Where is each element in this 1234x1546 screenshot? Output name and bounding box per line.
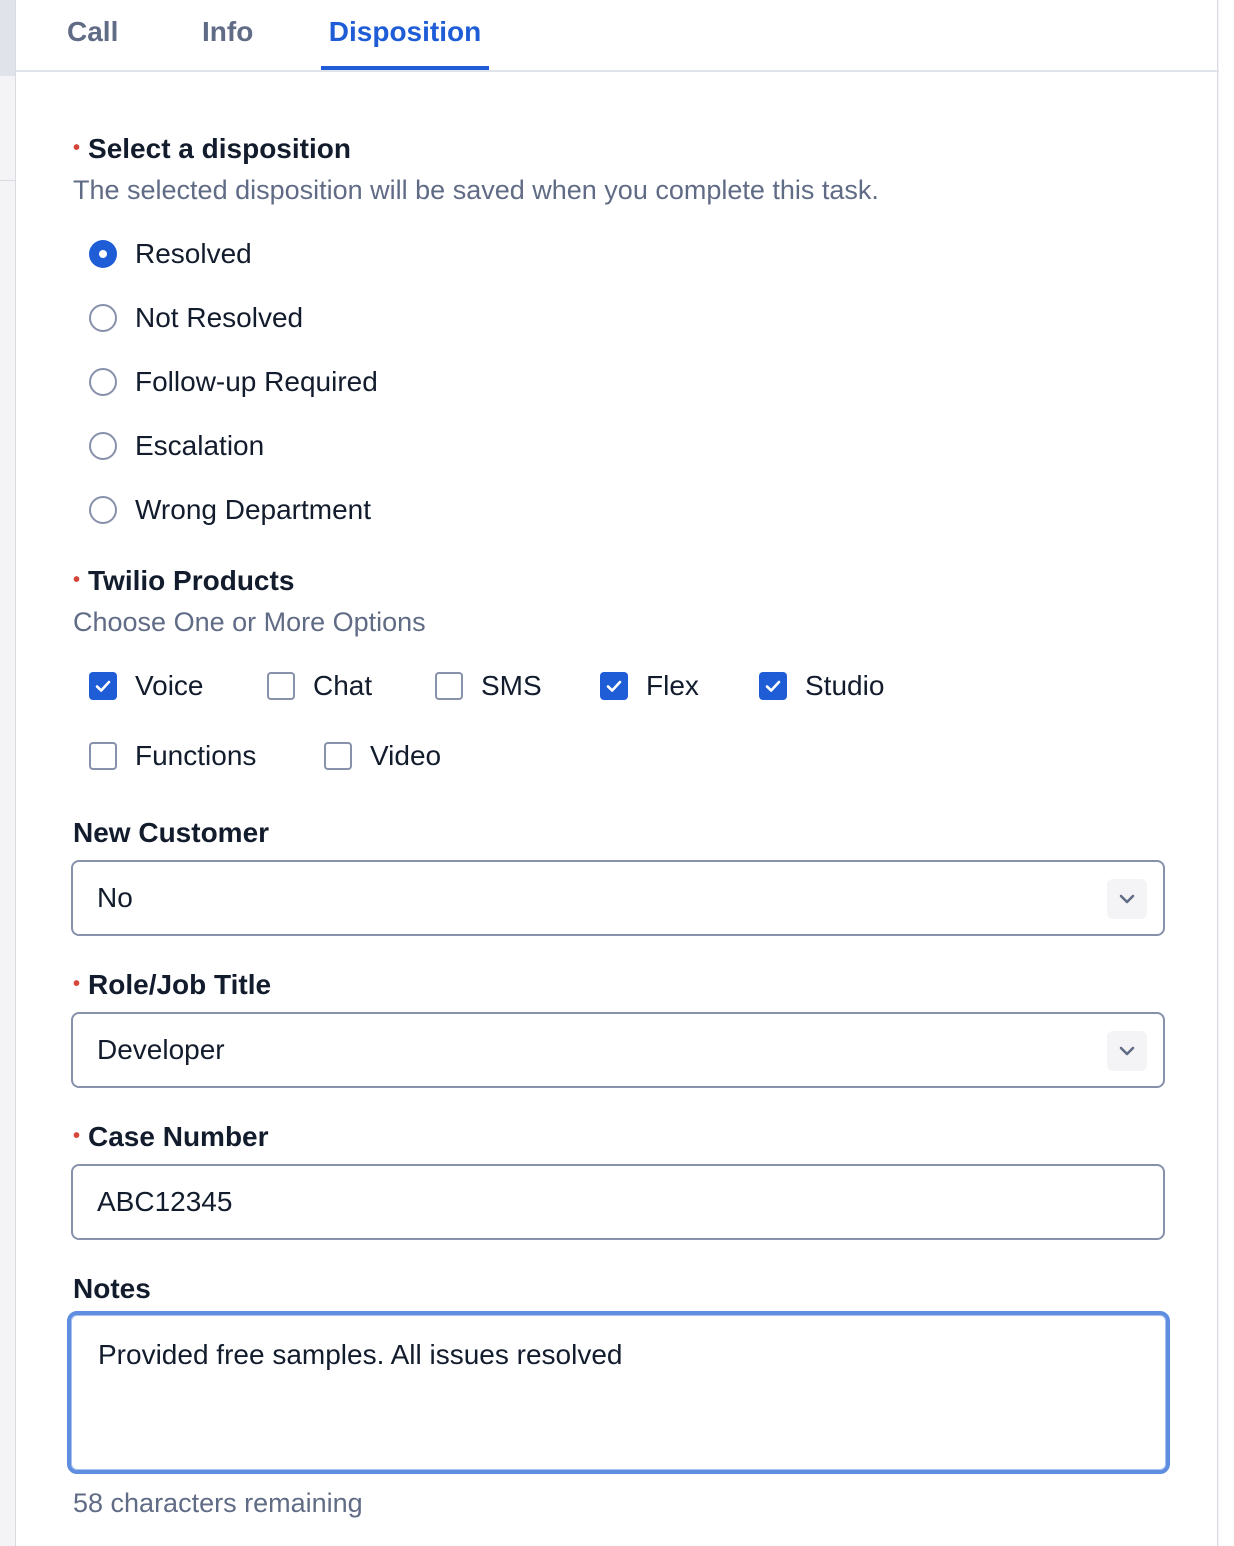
left-gutter — [0, 0, 15, 1546]
input-value: ABC12345 — [97, 1186, 233, 1217]
required-marker: • — [73, 137, 81, 159]
left-gutter-divider — [0, 180, 15, 181]
disposition-help: The selected disposition will be saved w… — [73, 175, 879, 205]
checkbox-flex[interactable]: Flex — [600, 666, 699, 706]
checkbox[interactable] — [600, 672, 628, 700]
checkbox[interactable] — [324, 742, 352, 770]
chevron-down-icon[interactable] — [1107, 1031, 1147, 1071]
select-value: No — [97, 882, 133, 913]
radio-follow-up-required[interactable]: Follow-up Required — [89, 362, 378, 402]
tab-call[interactable]: Call — [67, 16, 118, 72]
radio-label: Resolved — [135, 238, 252, 269]
required-marker: • — [73, 973, 81, 995]
products-label-text: Twilio Products — [88, 565, 295, 596]
case-number-label-text: Case Number — [88, 1121, 269, 1152]
checkbox-label: Chat — [313, 670, 373, 701]
checkbox-functions[interactable]: Functions — [89, 736, 256, 776]
radio-button[interactable] — [89, 432, 117, 460]
radio-button[interactable] — [89, 240, 117, 268]
products-help: Choose One or More Options — [73, 607, 426, 637]
right-edge — [1219, 0, 1234, 1546]
checkmark-icon — [95, 680, 111, 692]
notes-label: Notes — [73, 1273, 151, 1304]
new-customer-label: New Customer — [73, 817, 270, 848]
checkmark-icon — [765, 680, 781, 692]
checkbox-label: Flex — [646, 670, 699, 701]
checkbox-video[interactable]: Video — [324, 736, 441, 776]
checkbox[interactable] — [435, 672, 463, 700]
radio-label: Wrong Department — [135, 494, 372, 525]
radio-button[interactable] — [89, 368, 117, 396]
checkbox[interactable] — [89, 672, 117, 700]
radio-label: Follow-up Required — [135, 366, 378, 397]
checkbox-chat[interactable]: Chat — [267, 666, 372, 706]
checkbox[interactable] — [267, 672, 295, 700]
checkbox-label: SMS — [481, 670, 542, 701]
disposition-label: • Select a disposition — [73, 133, 351, 165]
checkbox-label: Studio — [805, 670, 885, 701]
case-number-input[interactable]: ABC12345 — [71, 1164, 1165, 1240]
tab-bar: Call Info Disposition — [16, 0, 1219, 72]
character-counter: 58 characters remaining — [73, 1488, 363, 1518]
products-label: • Twilio Products — [73, 565, 294, 597]
case-number-label: • Case Number — [73, 1121, 269, 1153]
checkbox-sms[interactable]: SMS — [435, 666, 542, 706]
role-select[interactable]: Developer — [71, 1012, 1165, 1088]
checkbox-label: Voice — [135, 670, 204, 701]
role-label: • Role/Job Title — [73, 969, 271, 1001]
radio-label: Not Resolved — [135, 302, 304, 333]
disposition-panel: Call Info Disposition • Select a disposit… — [15, 0, 1219, 1546]
checkbox-voice[interactable]: Voice — [89, 666, 204, 706]
chevron-down-icon[interactable] — [1107, 879, 1147, 919]
tab-disposition[interactable]: Disposition — [321, 16, 489, 72]
checkbox[interactable] — [89, 742, 117, 770]
select-value: Developer — [97, 1034, 225, 1065]
required-marker: • — [73, 1125, 81, 1147]
checkmark-icon — [606, 680, 622, 692]
role-label-text: Role/Job Title — [88, 969, 272, 1000]
radio-resolved[interactable]: Resolved — [89, 234, 252, 274]
radio-not-resolved[interactable]: Not Resolved — [89, 298, 303, 338]
notes-textarea[interactable]: Provided free samples. All issues resolv… — [67, 1311, 1170, 1474]
checkbox[interactable] — [759, 672, 787, 700]
checkbox-studio[interactable]: Studio — [759, 666, 884, 706]
tab-info[interactable]: Info — [202, 16, 253, 72]
checkbox-label: Functions — [135, 740, 257, 771]
new-customer-select[interactable]: No — [71, 860, 1165, 936]
radio-label: Escalation — [135, 430, 265, 461]
radio-wrong-department[interactable]: Wrong Department — [89, 490, 371, 530]
required-marker: • — [73, 569, 81, 591]
radio-button[interactable] — [89, 496, 117, 524]
checkbox-label: Video — [370, 740, 442, 771]
textarea-value: Provided free samples. All issues resolv… — [98, 1339, 623, 1370]
left-gutter-shade — [0, 0, 15, 76]
radio-button[interactable] — [89, 304, 117, 332]
radio-escalation[interactable]: Escalation — [89, 426, 264, 466]
disposition-label-text: Select a disposition — [88, 133, 351, 164]
